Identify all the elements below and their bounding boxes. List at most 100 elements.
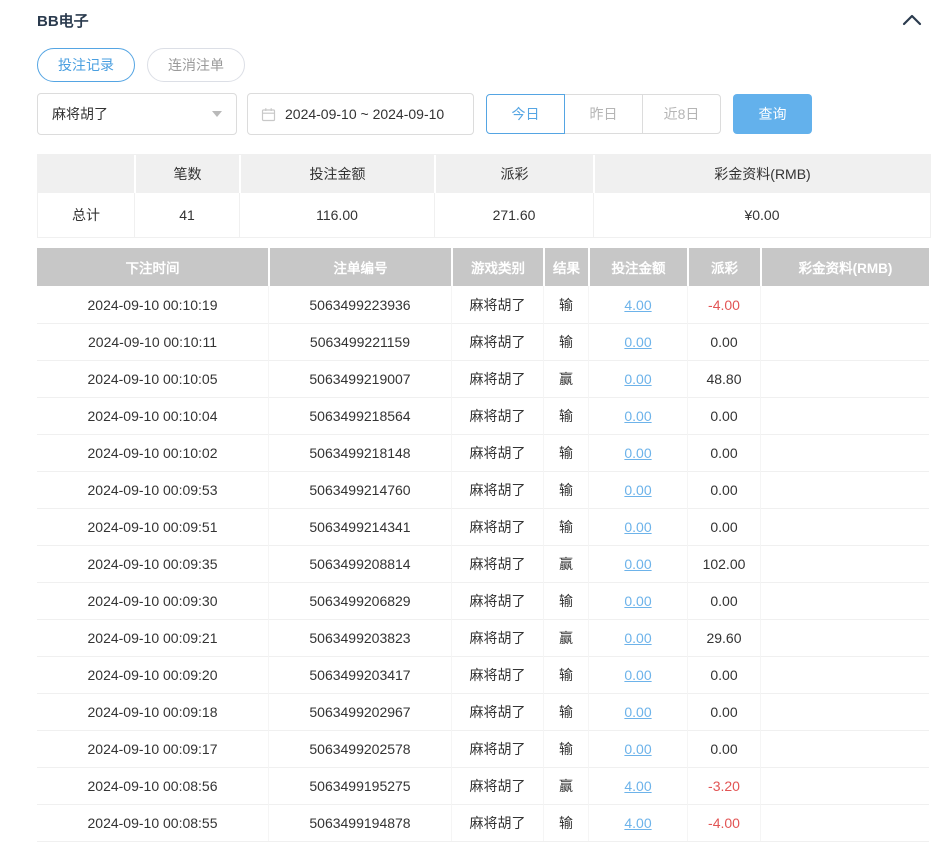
summary-bonus-value: ¥0.00: [593, 193, 930, 237]
bet-amount-link[interactable]: 0.00: [624, 741, 651, 757]
bet-amount-cell: 0.00: [588, 730, 687, 767]
tab-betting-records[interactable]: 投注记录: [37, 48, 135, 82]
bet-amount-cell: 0.00: [588, 360, 687, 397]
bet-time-cell: 2024-09-10 00:09:51: [37, 508, 268, 545]
bet-amount-cell: 0.00: [588, 434, 687, 471]
records-col-payout: 派彩: [687, 248, 760, 286]
result-cell: 输: [543, 508, 588, 545]
bet-time-cell: 2024-09-10 00:10:11: [37, 323, 268, 360]
collapse-panel-button[interactable]: [899, 10, 925, 30]
bet-amount-link[interactable]: 4.00: [624, 815, 651, 831]
calendar-icon: [261, 107, 276, 122]
filter-toolbar: 麻将胡了 2024-09-10 ~ 2024-09-10 今日 昨日 近8日 查…: [37, 93, 929, 135]
bonus-cell: [760, 360, 929, 397]
payout-cell: -3.20: [687, 767, 760, 804]
table-row: 2024-09-10 00:08:56 5063499195275 麻将胡了 赢…: [37, 767, 929, 804]
order-no-cell: 5063499221159: [268, 323, 451, 360]
records-col-result: 结果: [543, 248, 588, 286]
bet-amount-cell: 0.00: [588, 619, 687, 656]
quick-range-group: 今日 昨日 近8日: [486, 94, 721, 134]
order-no-cell: 5063499203823: [268, 619, 451, 656]
bet-amount-link[interactable]: 0.00: [624, 408, 651, 424]
bet-time-cell: 2024-09-10 00:10:19: [37, 286, 268, 323]
bet-amount-link[interactable]: 4.00: [624, 778, 651, 794]
order-no-cell: 5063499206829: [268, 582, 451, 619]
summary-payout-value: 271.60: [434, 193, 593, 237]
game-select-value: 麻将胡了: [52, 104, 108, 124]
bet-amount-cell: 0.00: [588, 656, 687, 693]
payout-cell: -4.00: [687, 804, 760, 841]
table-row: 2024-09-10 00:09:17 5063499202578 麻将胡了 输…: [37, 730, 929, 767]
payout-cell: 0.00: [687, 656, 760, 693]
table-row: 2024-09-10 00:10:04 5063499218564 麻将胡了 输…: [37, 397, 929, 434]
date-range-input[interactable]: 2024-09-10 ~ 2024-09-10: [247, 93, 474, 135]
bet-time-cell: 2024-09-10 00:10:04: [37, 397, 268, 434]
result-cell: 输: [543, 693, 588, 730]
bonus-cell: [760, 397, 929, 434]
bet-time-cell: 2024-09-10 00:09:30: [37, 582, 268, 619]
order-no-cell: 5063499194878: [268, 804, 451, 841]
result-cell: 输: [543, 471, 588, 508]
order-no-cell: 5063499195275: [268, 767, 451, 804]
bet-amount-cell: 4.00: [588, 286, 687, 323]
bet-time-cell: 2024-09-10 00:09:17: [37, 730, 268, 767]
payout-cell: 0.00: [687, 508, 760, 545]
bonus-cell: [760, 693, 929, 730]
bet-amount-link[interactable]: 4.00: [624, 297, 651, 313]
bet-amount-cell: 0.00: [588, 397, 687, 434]
bet-amount-link[interactable]: 0.00: [624, 482, 651, 498]
table-row: 2024-09-10 00:09:20 5063499203417 麻将胡了 输…: [37, 656, 929, 693]
bet-amount-link[interactable]: 0.00: [624, 704, 651, 720]
payout-cell: 0.00: [687, 693, 760, 730]
bonus-cell: [760, 656, 929, 693]
quick-range-last8days-button[interactable]: 近8日: [642, 94, 721, 134]
bonus-cell: [760, 582, 929, 619]
summary-total-row: 总计 41 116.00 271.60 ¥0.00: [38, 193, 930, 237]
order-no-cell: 5063499214341: [268, 508, 451, 545]
records-col-bet-amount: 投注金额: [588, 248, 687, 286]
bet-amount-link[interactable]: 0.00: [624, 593, 651, 609]
table-row: 2024-09-10 00:10:05 5063499219007 麻将胡了 赢…: [37, 360, 929, 397]
search-button[interactable]: 查询: [733, 94, 812, 134]
payout-cell: 102.00: [687, 545, 760, 582]
records-header-row: 下注时间 注单编号 游戏类别 结果 投注金额 派彩 彩金资料(RMB): [37, 248, 929, 286]
bet-amount-link[interactable]: 0.00: [624, 445, 651, 461]
panel-header: BB电子: [37, 8, 929, 32]
table-row: 2024-09-10 00:10:11 5063499221159 麻将胡了 输…: [37, 323, 929, 360]
bet-amount-link[interactable]: 0.00: [624, 371, 651, 387]
bet-amount-link[interactable]: 0.00: [624, 556, 651, 572]
summary-col-empty: [38, 155, 134, 193]
date-range-value: 2024-09-10 ~ 2024-09-10: [285, 106, 444, 122]
game-type-cell: 麻将胡了: [451, 656, 543, 693]
table-row: 2024-09-10 00:09:51 5063499214341 麻将胡了 输…: [37, 508, 929, 545]
quick-range-yesterday-button[interactable]: 昨日: [564, 94, 643, 134]
payout-cell: 0.00: [687, 397, 760, 434]
bet-amount-cell: 0.00: [588, 582, 687, 619]
payout-cell: 0.00: [687, 323, 760, 360]
bet-time-cell: 2024-09-10 00:09:21: [37, 619, 268, 656]
bonus-cell: [760, 767, 929, 804]
bet-time-cell: 2024-09-10 00:08:55: [37, 804, 268, 841]
tab-cancelled-orders[interactable]: 连消注单: [147, 48, 245, 82]
game-select[interactable]: 麻将胡了: [37, 93, 237, 135]
bet-amount-link[interactable]: 0.00: [624, 630, 651, 646]
bet-amount-cell: 0.00: [588, 545, 687, 582]
bet-amount-link[interactable]: 0.00: [624, 519, 651, 535]
result-cell: 输: [543, 286, 588, 323]
game-type-cell: 麻将胡了: [451, 804, 543, 841]
table-row: 2024-09-10 00:09:35 5063499208814 麻将胡了 赢…: [37, 545, 929, 582]
summary-header-row: 笔数 投注金额 派彩 彩金资料(RMB): [38, 155, 930, 193]
bet-amount-cell: 4.00: [588, 804, 687, 841]
bet-amount-cell: 4.00: [588, 767, 687, 804]
result-cell: 输: [543, 656, 588, 693]
game-type-cell: 麻将胡了: [451, 619, 543, 656]
game-type-cell: 麻将胡了: [451, 360, 543, 397]
bet-amount-cell: 0.00: [588, 693, 687, 730]
betting-records-panel: BB电子 投注记录 连消注单 麻将胡了 2024-09-10 ~ 2024-09…: [0, 0, 941, 842]
quick-range-today-button[interactable]: 今日: [486, 94, 565, 134]
payout-cell: 29.60: [687, 619, 760, 656]
bet-amount-link[interactable]: 0.00: [624, 667, 651, 683]
summary-total-label: 总计: [38, 193, 134, 237]
result-cell: 输: [543, 582, 588, 619]
bet-amount-link[interactable]: 0.00: [624, 334, 651, 350]
